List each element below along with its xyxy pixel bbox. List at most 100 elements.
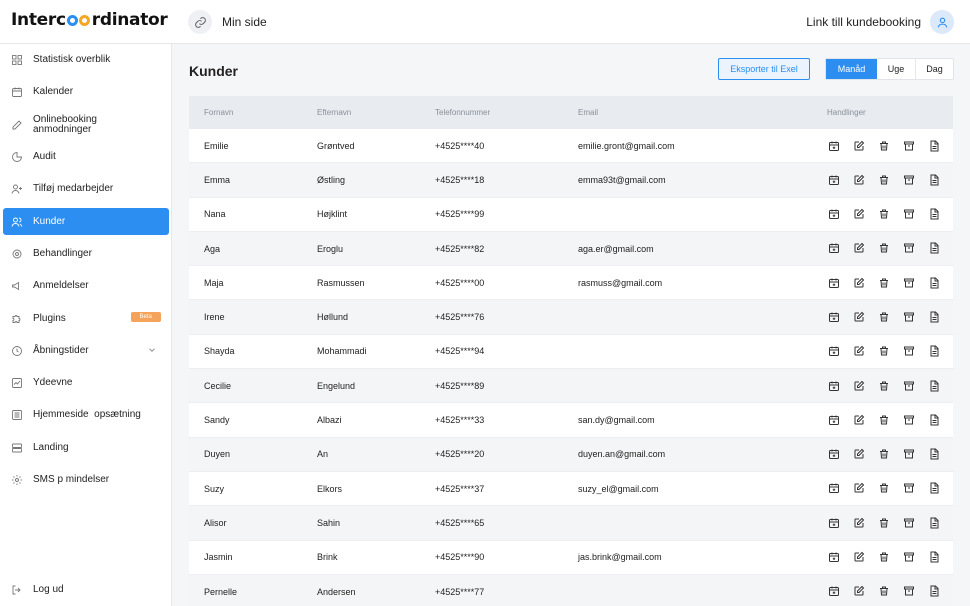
document-icon[interactable] xyxy=(927,139,940,152)
edit-icon[interactable] xyxy=(852,585,865,598)
document-icon[interactable] xyxy=(927,516,940,529)
calendar-add-icon[interactable] xyxy=(827,276,840,289)
logo[interactable]: Interc rdinator xyxy=(11,10,168,30)
calendar-add-icon[interactable] xyxy=(827,379,840,392)
calendar-add-icon[interactable] xyxy=(827,551,840,564)
trash-icon[interactable] xyxy=(877,585,890,598)
edit-icon[interactable] xyxy=(852,516,865,529)
archive-icon[interactable] xyxy=(902,208,915,221)
sidebar-item-statistik[interactable]: Statistisk overblik xyxy=(3,46,169,73)
document-icon[interactable] xyxy=(927,379,940,392)
edit-icon[interactable] xyxy=(852,482,865,495)
archive-icon[interactable] xyxy=(902,379,915,392)
archive-icon[interactable] xyxy=(902,242,915,255)
document-icon[interactable] xyxy=(927,482,940,495)
archive-icon[interactable] xyxy=(902,585,915,598)
view-month-button[interactable]: Manåd xyxy=(826,59,877,79)
calendar-add-icon[interactable] xyxy=(827,413,840,426)
trash-icon[interactable] xyxy=(877,208,890,221)
document-icon[interactable] xyxy=(927,242,940,255)
trash-icon[interactable] xyxy=(877,379,890,392)
edit-icon[interactable] xyxy=(852,379,865,392)
trash-icon[interactable] xyxy=(877,310,890,323)
row-actions xyxy=(827,448,940,461)
trash-icon[interactable] xyxy=(877,173,890,186)
archive-icon[interactable] xyxy=(902,551,915,564)
archive-icon[interactable] xyxy=(902,276,915,289)
calendar-add-icon[interactable] xyxy=(827,173,840,186)
view-week-button[interactable]: Uge xyxy=(877,59,915,79)
archive-icon[interactable] xyxy=(902,413,915,426)
calendar-add-icon[interactable] xyxy=(827,310,840,323)
user-icon[interactable] xyxy=(930,10,954,34)
archive-icon[interactable] xyxy=(902,345,915,358)
sidebar-item-tilfoej[interactable]: Tilføj medarbejder xyxy=(3,175,169,202)
document-icon[interactable] xyxy=(927,310,940,323)
view-day-button[interactable]: Dag xyxy=(915,59,953,79)
document-icon[interactable] xyxy=(927,585,940,598)
trash-icon[interactable] xyxy=(877,139,890,152)
booking-link[interactable]: Link till kundebooking xyxy=(806,10,954,34)
trash-icon[interactable] xyxy=(877,448,890,461)
sidebar-item-audit[interactable]: Audit xyxy=(3,143,169,170)
trash-icon[interactable] xyxy=(877,345,890,358)
calendar-add-icon[interactable] xyxy=(827,448,840,461)
sidebar-item-landing[interactable]: Landing xyxy=(3,434,169,461)
edit-icon[interactable] xyxy=(852,139,865,152)
document-icon[interactable] xyxy=(927,448,940,461)
document-icon[interactable] xyxy=(927,173,940,186)
edit-icon[interactable] xyxy=(852,345,865,358)
document-icon[interactable] xyxy=(927,208,940,221)
trash-icon[interactable] xyxy=(877,516,890,529)
archive-icon[interactable] xyxy=(902,516,915,529)
archive-icon[interactable] xyxy=(902,310,915,323)
archive-icon[interactable] xyxy=(902,173,915,186)
edit-icon xyxy=(10,118,24,132)
trash-icon[interactable] xyxy=(877,413,890,426)
edit-icon[interactable] xyxy=(852,413,865,426)
chevron-down-icon[interactable] xyxy=(147,345,157,358)
document-icon[interactable] xyxy=(927,345,940,358)
edit-icon[interactable] xyxy=(852,208,865,221)
archive-icon[interactable] xyxy=(902,448,915,461)
sidebar-item-kalender[interactable]: Kalender xyxy=(3,78,169,105)
trash-icon[interactable] xyxy=(877,551,890,564)
edit-icon[interactable] xyxy=(852,310,865,323)
sidebar-item-onlinebooking[interactable]: Onlinebooking anmodninger xyxy=(3,110,169,139)
archive-icon[interactable] xyxy=(902,482,915,495)
calendar-add-icon[interactable] xyxy=(827,516,840,529)
archive-icon[interactable] xyxy=(902,139,915,152)
calendar-add-icon[interactable] xyxy=(827,208,840,221)
header-email[interactable]: Email xyxy=(578,108,598,117)
header-telefon[interactable]: Telefonnummer xyxy=(435,108,490,117)
calendar-add-icon[interactable] xyxy=(827,345,840,358)
sidebar-item-anmeldelser[interactable]: Anmeldelser xyxy=(3,272,169,299)
sidebar-item-sms[interactable]: SMS p mindelser xyxy=(3,466,169,493)
trash-icon[interactable] xyxy=(877,482,890,495)
edit-icon[interactable] xyxy=(852,276,865,289)
header-fornavn[interactable]: Fornavn xyxy=(204,108,233,117)
export-button[interactable]: Eksporter til Exel xyxy=(718,58,810,80)
calendar-add-icon[interactable] xyxy=(827,585,840,598)
document-icon[interactable] xyxy=(927,551,940,564)
sidebar-item-kunder[interactable]: Kunder xyxy=(3,208,169,235)
edit-icon[interactable] xyxy=(852,242,865,255)
trash-icon[interactable] xyxy=(877,242,890,255)
sidebar-item-aabningstider[interactable]: Åbningstider xyxy=(3,337,169,364)
sidebar-item-behandlinger[interactable]: Behandlinger xyxy=(3,240,169,267)
header-efternavn[interactable]: Efternavn xyxy=(317,108,351,117)
sidebar-item-hjemmeside[interactable]: Hjemmeside opsætning xyxy=(3,401,169,428)
sidebar-item-ydeevne[interactable]: Ydeevne xyxy=(3,369,169,396)
edit-icon[interactable] xyxy=(852,551,865,564)
logout-button[interactable]: Log ud xyxy=(3,576,169,603)
document-icon[interactable] xyxy=(927,276,940,289)
calendar-add-icon[interactable] xyxy=(827,139,840,152)
trash-icon[interactable] xyxy=(877,276,890,289)
sidebar-item-plugins[interactable]: Plugins Beta xyxy=(3,305,169,332)
min-side-link[interactable]: Min side xyxy=(188,10,267,34)
edit-icon[interactable] xyxy=(852,173,865,186)
calendar-add-icon[interactable] xyxy=(827,242,840,255)
edit-icon[interactable] xyxy=(852,448,865,461)
calendar-add-icon[interactable] xyxy=(827,482,840,495)
document-icon[interactable] xyxy=(927,413,940,426)
